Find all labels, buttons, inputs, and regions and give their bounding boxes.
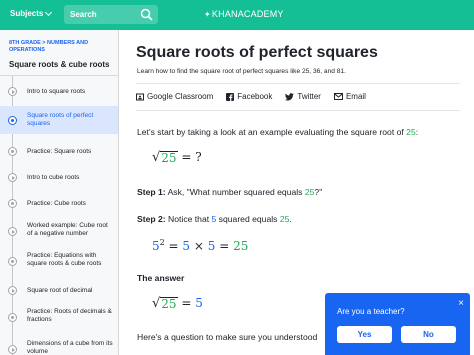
result: 5 [195,296,203,310]
sidebar-item-label: Intro to cube roots [27,174,80,181]
result: 25 [233,239,249,253]
exercise-icon [8,313,17,322]
video-icon [8,286,17,295]
sidebar-item-practice-equations[interactable]: Practice: Equations with square roots & … [0,248,118,274]
sidebar-item-label: Dimensions of a cube from its volume [27,340,113,355]
radicand: 25 [160,297,178,311]
share-bar: Google Classroom Facebook Twitter Email [136,92,379,101]
teacher-question: Are you a teacher? [337,307,405,316]
khan-academy-logo[interactable]: ✦KHANACADEMY [204,9,284,19]
email-label: Email [345,92,366,101]
no-button[interactable]: No [401,326,456,343]
article-description: Learn how to find the square root of per… [137,68,346,75]
intro-paragraph: Let's start by taking a look at an examp… [137,127,418,137]
search-icon[interactable] [140,8,153,21]
video-icon [8,345,17,354]
top-nav-bar: Subjects Search ✦KHANACADEMY [0,0,474,30]
logo-text: KHANACADEMY [211,9,284,19]
highlighted-number: 25 [304,187,315,197]
logo-leaf-icon: ✦ [204,10,211,19]
step-1-label: Step 1: [137,187,166,197]
step-1: Step 1: Ask, "What number squared equals… [137,187,322,197]
breadcrumb[interactable]: 8TH GRADE > NUMBERS AND OPERATIONS [9,40,113,54]
sidebar-item-cube-dimensions[interactable]: Dimensions of a cube from its volume [0,336,118,355]
equation-5-squared: 52 = 5 × 5 = 25 [152,238,248,253]
sidebar-item-intro-cube-roots[interactable]: Intro to cube roots [0,166,118,188]
times: × [190,239,208,253]
article-icon [8,116,17,125]
sidebar-item-label: Intro to square roots [27,88,86,95]
sidebar-item-label: Practice: Square roots [27,148,92,155]
google-classroom-label: Google Classroom [147,92,214,101]
twitter-icon [285,92,295,100]
sidebar-item-square-roots-perfect-squares[interactable]: Square roots of perfect squares [0,106,118,134]
facebook-label: Facebook [237,92,273,101]
radicand: 25 [160,151,178,165]
step-2-text: Notice that [165,214,212,224]
sidebar-item-label: Practice: Equations with square roots & … [27,252,102,267]
sidebar-item-label: Practice: Roots of decimals & fractions [27,308,112,323]
factor-a: 5 [182,239,191,253]
subjects-label: Subjects [10,9,44,18]
video-icon [8,227,17,236]
intro-text: Let's start by taking a look at an examp… [137,127,407,137]
yes-button[interactable]: Yes [337,326,392,343]
equation-answer: √ 25 = 5 [152,296,203,311]
exercise-icon [8,147,17,156]
facebook-icon [226,92,235,101]
equals: = [177,296,196,310]
step-2: Step 2: Notice that 5 squared equals 25. [137,214,292,224]
chevron-down-icon [45,8,53,16]
highlighted-number: 25 [279,214,290,224]
equation-sqrt-25: √ 25 = ? [152,150,202,165]
video-icon [8,87,17,96]
exercise-icon [8,199,17,208]
step-1-end: ?" [314,187,323,197]
sidebar-item-intro-square-roots[interactable]: Intro to square roots [0,80,118,102]
video-icon [8,173,17,182]
divider [136,83,460,84]
sidebar-item-square-root-decimal[interactable]: Square root of decimal [0,280,118,300]
sidebar-divider [0,75,118,76]
equals: = [215,239,234,253]
search-box[interactable]: Search [64,5,158,24]
sidebar: 8TH GRADE > NUMBERS AND OPERATIONS Squar… [0,30,119,355]
base: 5 [152,239,160,253]
sidebar-item-practice-square-roots[interactable]: Practice: Square roots [0,140,118,162]
sidebar-item-cube-root-negative[interactable]: Worked example: Cube root of a negative … [0,218,118,244]
email-share-button[interactable]: Email [333,92,366,101]
divider [136,110,460,111]
page-title: Square roots of perfect squares [136,44,378,61]
step-2-label: Step 2: [137,214,166,224]
intro-end: : [415,127,419,137]
answer-heading: The answer [137,273,185,283]
twitter-label: Twitter [297,92,321,101]
equals: = [164,239,183,253]
sidebar-item-label: Practice: Cube roots [27,200,86,207]
email-icon [333,93,343,100]
equation-rest: = ? [177,150,202,164]
highlighted-number: 25 [406,127,416,137]
twitter-share-button[interactable]: Twitter [285,92,321,101]
sidebar-item-practice-cube-roots[interactable]: Practice: Cube roots [0,192,118,214]
search-input[interactable]: Search [70,10,97,19]
facebook-share-button[interactable]: Facebook [226,92,272,101]
question-paragraph: Here's a question to make sure you under… [137,332,318,342]
step-2-mid: squared equals [216,214,280,224]
step-1-text: Ask, "What number squared equals [165,187,305,197]
teacher-popup: × Are you a teacher? Yes No [325,293,470,355]
subjects-menu-button[interactable]: Subjects [10,8,53,18]
google-classroom-icon [136,93,144,100]
sidebar-item-practice-roots-decimals[interactable]: Practice: Roots of decimals & fractions [0,304,118,330]
sidebar-item-label: Square roots of perfect squares [27,112,94,127]
unit-title[interactable]: Square roots & cube roots [9,60,109,69]
sidebar-item-label: Square root of decimal [27,287,93,294]
google-classroom-share-button[interactable]: Google Classroom [136,92,213,101]
step-2-end: . [289,214,292,224]
sidebar-item-label: Worked example: Cube root of a negative … [27,222,108,237]
exercise-icon [8,257,17,266]
close-icon[interactable]: × [458,298,464,309]
